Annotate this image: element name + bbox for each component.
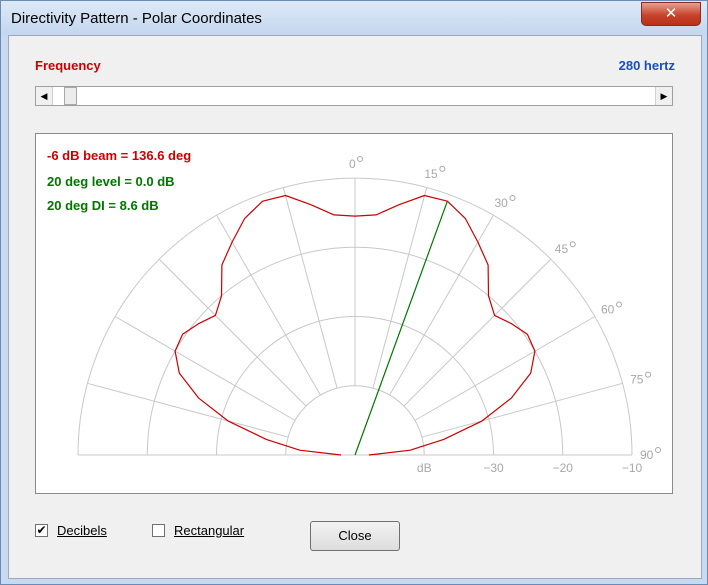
radial-tick-label: −30 <box>483 461 504 475</box>
degree-icon <box>655 447 661 453</box>
angle-tick-label: 90 <box>640 448 654 462</box>
window-title: Directivity Pattern - Polar Coordinates <box>11 10 262 27</box>
frequency-label: Frequency <box>35 58 101 73</box>
angle-tick-label: 15 <box>424 167 438 181</box>
window-close-button[interactable]: ✕ <box>641 2 701 26</box>
angle-marker-line <box>354 201 448 456</box>
scroll-right-arrow-icon[interactable]: ▶ <box>655 87 672 105</box>
grid-ring <box>285 385 425 456</box>
beam-width-readout: -6 dB beam = 136.6 deg <box>47 148 192 163</box>
angle-tick-label: 45 <box>555 242 569 256</box>
frequency-slider[interactable]: ◀ ▶ <box>35 86 673 106</box>
degree-icon <box>357 156 363 162</box>
grid-spoke <box>372 187 428 389</box>
dialog-window: Directivity Pattern - Polar Coordinates … <box>0 0 708 585</box>
degree-icon <box>569 241 576 248</box>
frequency-value: 280 hertz <box>618 58 675 73</box>
decibels-checkbox[interactable]: ✔ <box>35 522 48 537</box>
close-icon: ✕ <box>664 4 678 22</box>
level-readout: 20 deg level = 0.0 dB <box>47 174 175 189</box>
radial-tick-label: dB <box>417 461 432 475</box>
grid-spoke <box>87 382 289 438</box>
rectangular-label: Rectangular <box>174 522 245 538</box>
slider-thumb[interactable] <box>64 87 77 105</box>
grid-spoke <box>421 382 623 438</box>
degree-icon <box>509 194 516 201</box>
radial-tick-label: −10 <box>622 461 643 475</box>
close-button[interactable]: Close <box>310 521 400 551</box>
angle-tick-label: 30 <box>495 196 509 210</box>
angle-tick-label: 75 <box>630 373 644 387</box>
radial-tick-label: −20 <box>553 461 574 475</box>
dialog-client-area: Frequency 280 hertz ◀ ▶ 0 15 30 45 60 75 90 dB −… <box>8 35 702 579</box>
rectangular-option[interactable]: Rectangular <box>152 522 244 538</box>
polar-plot: 0153045607590dB−30−20−100 -6 dB beam = 1… <box>35 133 673 494</box>
decibels-option[interactable]: ✔ Decibels <box>35 522 107 538</box>
angle-tick-label: 60 <box>601 303 615 317</box>
scroll-left-arrow-icon[interactable]: ◀ <box>36 87 53 105</box>
title-bar: Directivity Pattern - Polar Coordinates … <box>1 1 707 35</box>
directivity-index-readout: 20 deg DI = 8.6 dB <box>47 198 159 213</box>
decibels-label: Decibels <box>57 522 107 538</box>
rectangular-checkbox[interactable] <box>152 523 165 537</box>
grid-spoke <box>282 187 338 389</box>
angle-tick-label: 0 <box>349 157 356 171</box>
degree-icon <box>645 371 652 378</box>
degree-icon <box>616 301 623 308</box>
check-icon: ✔ <box>36 522 47 537</box>
degree-icon <box>439 165 446 172</box>
